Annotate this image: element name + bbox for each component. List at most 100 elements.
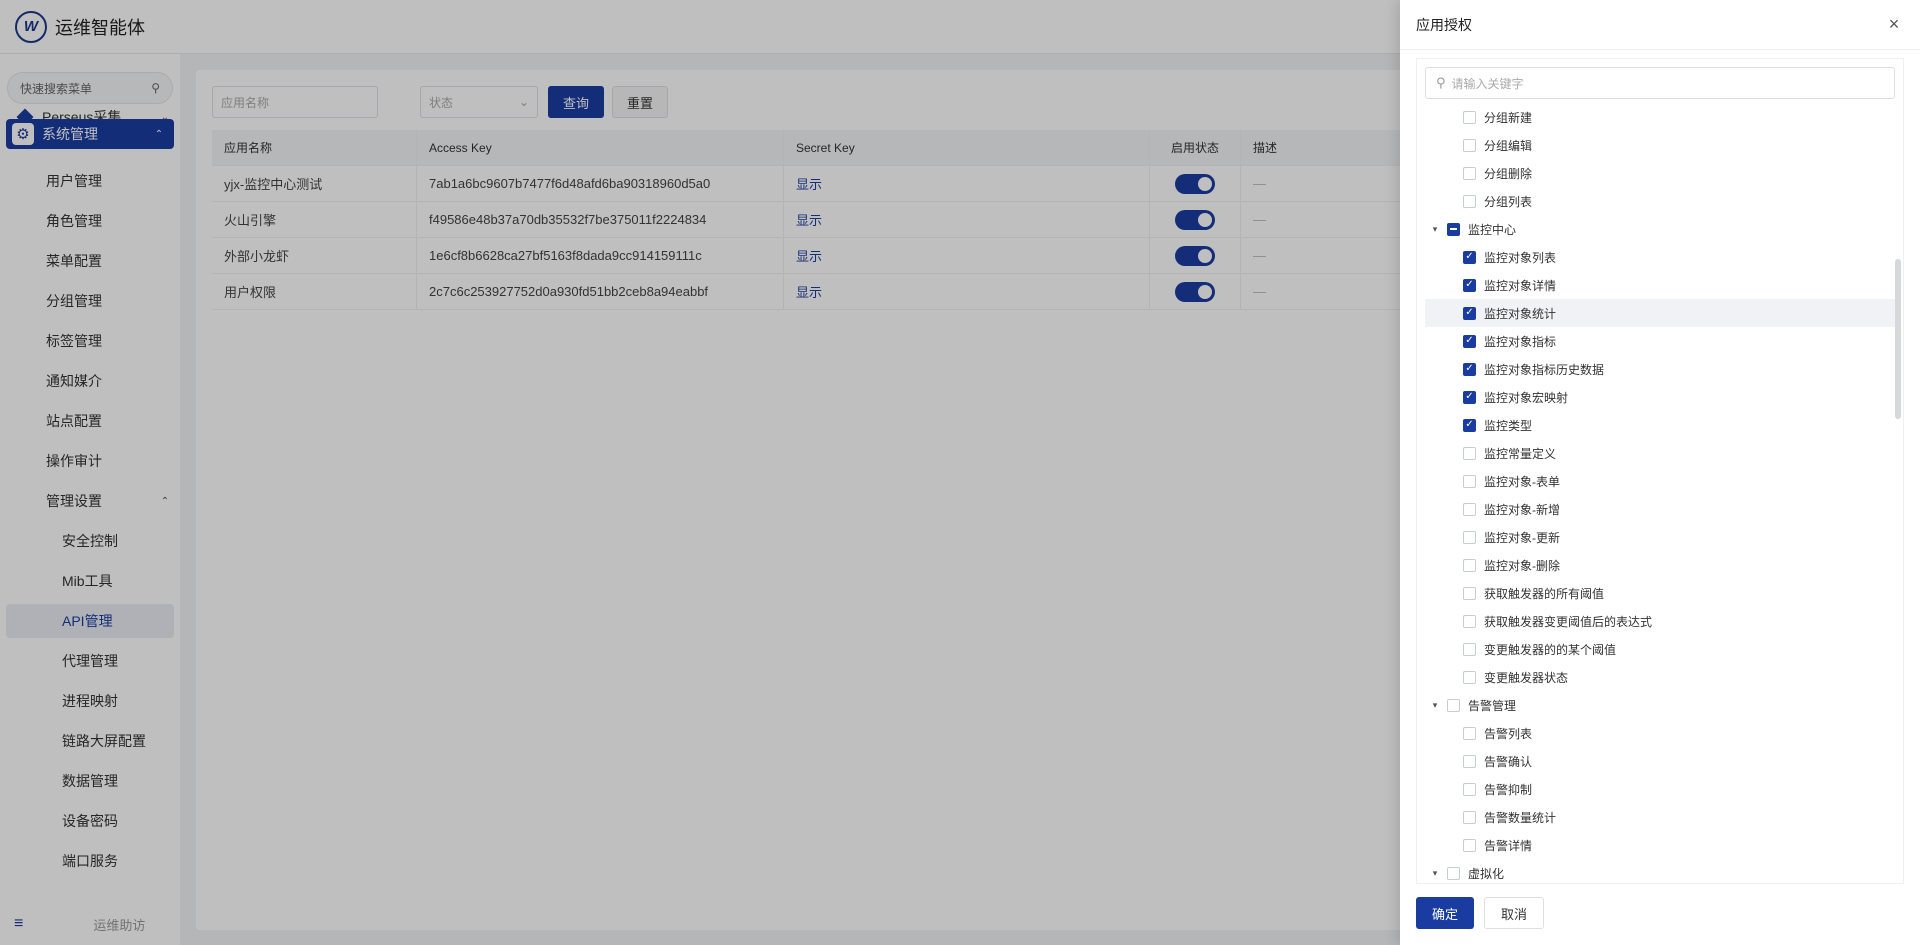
permission-tree: 分组新建分组编辑分组删除分组列表 ▾ 监控中心 ✓ 监控对象列表 ✓ 监控对象详情 ✓ 监控对象… <box>1417 103 1895 883</box>
drawer-header: 应用授权 × <box>1400 0 1920 50</box>
tree-node[interactable]: ▾ 监控中心 <box>1417 215 1895 243</box>
checkbox[interactable] <box>1447 222 1460 236</box>
caret-down-icon[interactable]: ▾ <box>1429 224 1441 235</box>
tree-node[interactable]: 告警列表 <box>1417 719 1895 747</box>
tree-node-label: 监控常量定义 <box>1484 446 1557 461</box>
checkbox[interactable] <box>1463 110 1476 124</box>
checkbox[interactable] <box>1463 810 1476 824</box>
checkbox[interactable] <box>1463 502 1476 516</box>
tree-node[interactable]: 获取触发器变更阈值后的表达式 <box>1417 607 1895 635</box>
tree-node[interactable]: 告警抑制 <box>1417 775 1895 803</box>
tree-node[interactable]: ▾ 告警管理 <box>1417 691 1895 719</box>
tree-node-label: 虚拟化 <box>1468 866 1505 881</box>
tree-node[interactable]: ✓ 监控对象指标历史数据 <box>1417 355 1895 383</box>
checkbox[interactable] <box>1463 670 1476 684</box>
tree-node-label: 监控对象-表单 <box>1484 474 1560 489</box>
tree-node[interactable]: ✓ 监控类型 <box>1417 411 1895 439</box>
tree-node-label: 告警详情 <box>1484 838 1533 853</box>
cancel-button[interactable]: 取消 <box>1484 897 1545 929</box>
tree-node-label: 监控对象-更新 <box>1484 530 1560 545</box>
permission-tree-panel: ⚲ 请输入关键字 分组新建分组编辑分组删除分组列表 ▾ 监控中心 ✓ 监控对象列表 ✓ 监控… <box>1416 58 1904 884</box>
checkbox[interactable] <box>1463 614 1476 628</box>
modal-overlay[interactable] <box>0 0 1400 945</box>
tree-node[interactable]: ✓ 监控对象宏映射 <box>1417 383 1895 411</box>
tree-node[interactable]: ✓ 监控对象详情 <box>1417 271 1895 299</box>
checkbox[interactable] <box>1463 754 1476 768</box>
checkbox[interactable] <box>1463 138 1476 152</box>
tree-node[interactable]: ✓ 监控对象列表 <box>1417 243 1895 271</box>
checkbox[interactable] <box>1463 446 1476 460</box>
checkbox[interactable] <box>1463 782 1476 796</box>
tree-node-label: 告警管理 <box>1468 698 1517 713</box>
tree-node[interactable]: 监控对象-新增 <box>1417 495 1895 523</box>
tree-node-label: 告警抑制 <box>1484 782 1533 797</box>
tree-node[interactable]: 分组列表 <box>1417 187 1895 215</box>
checkbox[interactable] <box>1463 474 1476 488</box>
checkbox[interactable] <box>1447 866 1460 880</box>
tree-node[interactable]: 变更触发器的的某个阈值 <box>1417 635 1895 663</box>
tree-node-label: 分组编辑 <box>1484 138 1533 153</box>
checkbox[interactable] <box>1463 558 1476 572</box>
tree-node-label: 分组删除 <box>1484 166 1533 181</box>
tree-node[interactable]: 监控常量定义 <box>1417 439 1895 467</box>
tree-node-label: 变更触发器的的某个阈值 <box>1484 642 1617 657</box>
tree-search-input[interactable]: ⚲ 请输入关键字 <box>1425 67 1895 99</box>
tree-node-label: 监控对象宏映射 <box>1484 390 1569 405</box>
tree-node[interactable]: 分组删除 <box>1417 159 1895 187</box>
scrollbar[interactable] <box>1895 259 1901 419</box>
checkbox[interactable] <box>1463 586 1476 600</box>
tree-node[interactable]: 监控对象-表单 <box>1417 467 1895 495</box>
tree-node-label: 监控对象指标 <box>1484 334 1557 349</box>
tree-node[interactable]: 分组编辑 <box>1417 131 1895 159</box>
tree-node-label: 监控对象列表 <box>1484 250 1557 265</box>
tree-node[interactable]: 告警确认 <box>1417 747 1895 775</box>
tree-node[interactable]: ▾ 虚拟化 <box>1417 859 1895 883</box>
auth-drawer: 应用授权 × ⚲ 请输入关键字 分组新建分组编辑分组删除分组列表 ▾ 监控中心 ✓ 监控… <box>1400 0 1920 945</box>
tree-node[interactable]: 监控对象-删除 <box>1417 551 1895 579</box>
tree-node-label: 监控对象统计 <box>1484 306 1557 321</box>
confirm-button[interactable]: 确定 <box>1416 897 1475 929</box>
checkbox[interactable]: ✓ <box>1463 278 1476 292</box>
caret-down-icon[interactable]: ▾ <box>1429 700 1441 711</box>
drawer-footer: 确定 取消 <box>1416 897 1545 929</box>
tree-node-label: 告警数量统计 <box>1484 810 1557 825</box>
tree-node[interactable]: ✓ 监控对象统计 <box>1425 299 1895 327</box>
tree-node-label: 告警确认 <box>1484 754 1533 769</box>
checkbox[interactable] <box>1463 194 1476 208</box>
tree-node[interactable]: 获取触发器的所有阈值 <box>1417 579 1895 607</box>
tree-node[interactable]: 告警详情 <box>1417 831 1895 859</box>
checkbox[interactable] <box>1463 838 1476 852</box>
checkbox[interactable]: ✓ <box>1463 418 1476 432</box>
tree-node-label: 告警列表 <box>1484 726 1533 741</box>
checkbox[interactable]: ✓ <box>1463 334 1476 348</box>
tree-node-label: 监控对象指标历史数据 <box>1484 362 1605 377</box>
tree-node[interactable]: 监控对象-更新 <box>1417 523 1895 551</box>
tree-node-label: 监控对象-删除 <box>1484 558 1560 573</box>
checkbox[interactable] <box>1463 642 1476 656</box>
tree-node-label: 监控类型 <box>1484 418 1533 433</box>
caret-down-icon[interactable]: ▾ <box>1429 868 1441 879</box>
search-icon: ⚲ <box>1436 75 1446 90</box>
tree-node-label: 分组列表 <box>1484 194 1533 209</box>
tree-node[interactable]: 告警数量统计 <box>1417 803 1895 831</box>
tree-node-label: 监控对象详情 <box>1484 278 1557 293</box>
checkbox[interactable] <box>1463 726 1476 740</box>
tree-node-label: 分组新建 <box>1484 110 1533 125</box>
close-icon[interactable]: × <box>1884 14 1904 35</box>
checkbox[interactable]: ✓ <box>1463 250 1476 264</box>
drawer-title: 应用授权 <box>1416 16 1472 33</box>
tree-node[interactable]: 分组新建 <box>1417 103 1895 131</box>
checkbox[interactable]: ✓ <box>1463 362 1476 376</box>
checkbox[interactable]: ✓ <box>1463 306 1476 320</box>
tree-node-label: 获取触发器变更阈值后的表达式 <box>1484 614 1653 629</box>
checkbox[interactable] <box>1463 530 1476 544</box>
tree-node-label: 监控中心 <box>1468 222 1517 237</box>
tree-node[interactable]: 变更触发器状态 <box>1417 663 1895 691</box>
checkbox[interactable]: ✓ <box>1463 390 1476 404</box>
checkbox[interactable] <box>1447 698 1460 712</box>
tree-node-label: 获取触发器的所有阈值 <box>1484 586 1605 601</box>
checkbox[interactable] <box>1463 166 1476 180</box>
tree-node[interactable]: ✓ 监控对象指标 <box>1417 327 1895 355</box>
tree-node-label: 变更触发器状态 <box>1484 670 1569 685</box>
tree-node-label: 监控对象-新增 <box>1484 502 1560 517</box>
